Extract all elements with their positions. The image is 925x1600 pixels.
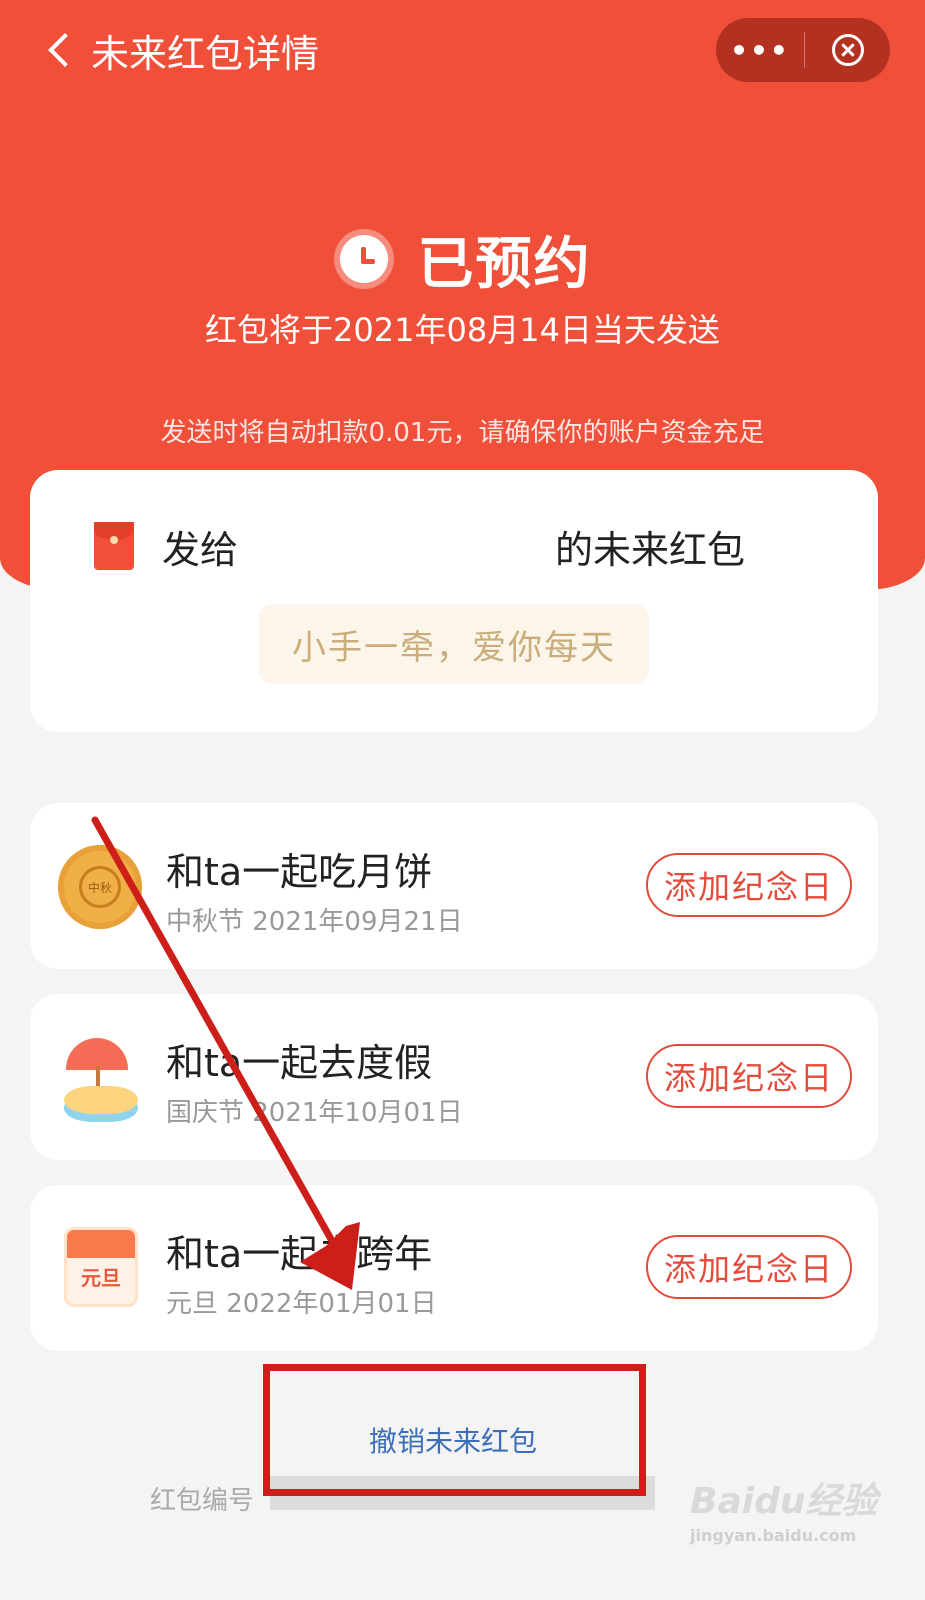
- add-anniversary-button[interactable]: 添加纪念日: [646, 1235, 852, 1299]
- watermark-url: jingyan.baidu.com: [690, 1526, 857, 1545]
- watermark: Baidu经验 jingyan.baidu.com: [690, 1472, 890, 1552]
- anniversary-title: 和ta一起去度假: [166, 1041, 433, 1085]
- clock-icon: [333, 229, 394, 289]
- baidu-jingyan-logo: Baidu经验: [690, 1481, 878, 1522]
- add-anniversary-button[interactable]: 添加纪念日: [646, 1044, 852, 1108]
- send-to-row: 发给: [94, 518, 239, 574]
- mini-program-capsule: •••: [716, 18, 890, 82]
- annotation-highlight-box: [263, 1364, 646, 1496]
- mooncake-icon: 中秋: [58, 845, 144, 931]
- more-menu-button[interactable]: •••: [716, 18, 804, 82]
- deduct-note: 发送时将自动扣款0.01元，请确保你的账户资金充足: [160, 418, 765, 448]
- beach-umbrella-icon: [58, 1036, 144, 1122]
- send-info-card: 发给 的未来红包 小手一牵，爱你每天: [30, 470, 878, 732]
- back-button[interactable]: 未来红包详情: [45, 22, 319, 78]
- red-envelope-icon: [94, 522, 134, 570]
- anniversary-title: 和ta一起吃月饼: [166, 850, 433, 894]
- anniversary-title: 和ta一起去跨年: [166, 1232, 433, 1276]
- redpacket-number-label: 红包编号: [150, 1486, 255, 1516]
- send-to-suffix: 的未来红包: [555, 527, 746, 572]
- more-icon: •••: [730, 33, 790, 67]
- anniversary-item: 元旦 和ta一起去跨年 元旦 2022年01月01日 添加纪念日: [30, 1185, 878, 1351]
- add-anniversary-button[interactable]: 添加纪念日: [646, 853, 852, 917]
- close-button[interactable]: [805, 18, 890, 82]
- anniversary-item: 中秋 和ta一起吃月饼 中秋节 2021年09月21日 添加纪念日: [30, 803, 878, 969]
- anniversary-item: 和ta一起去度假 国庆节 2021年10月01日 添加纪念日: [30, 994, 878, 1160]
- anniversary-date: 元旦 2022年01月01日: [166, 1289, 437, 1319]
- close-icon: [831, 34, 864, 66]
- calendar-icon: 元旦: [58, 1227, 144, 1313]
- anniversary-date: 国庆节 2021年10月01日: [166, 1098, 463, 1128]
- status-label: 已预约: [417, 231, 592, 297]
- chevron-left-icon: [48, 33, 82, 67]
- page-title: 未来红包详情: [91, 31, 320, 76]
- send-to-prefix: 发给: [162, 527, 239, 572]
- status-row: 已预约: [0, 224, 925, 297]
- send-date-text: 红包将于2021年08月14日当天发送: [205, 311, 720, 349]
- blessing-message: 小手一牵，爱你每天: [259, 604, 649, 684]
- anniversary-date: 中秋节 2021年09月21日: [166, 907, 463, 937]
